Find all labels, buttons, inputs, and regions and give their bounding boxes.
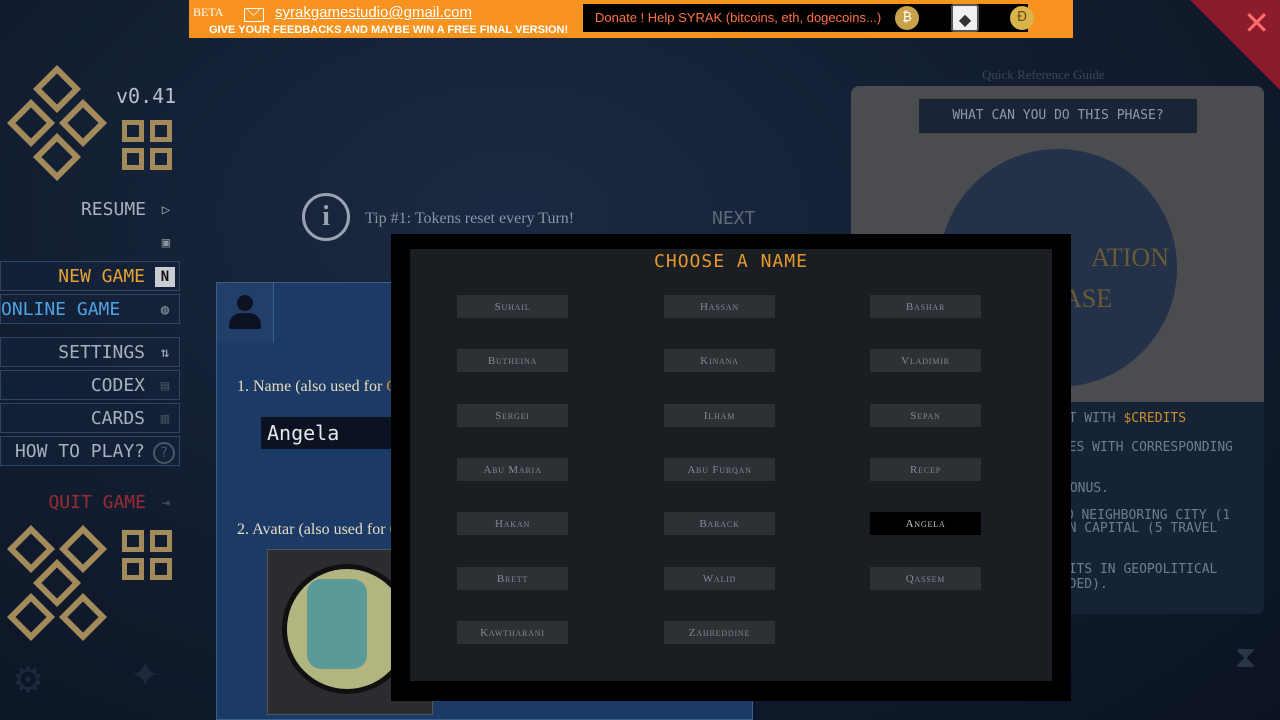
name-option-hakan[interactable]: Hakan xyxy=(457,512,568,535)
phase-title-line1: ATION xyxy=(1091,243,1169,272)
menu-settings-label: SETTINGS xyxy=(58,342,145,363)
version-label: v0.41 xyxy=(116,84,177,108)
help-icon: ? xyxy=(153,442,175,464)
name-option-suhail[interactable]: Suhail xyxy=(457,295,568,318)
save-icon: ▣ xyxy=(161,235,171,251)
top-ornament xyxy=(0,50,195,190)
menu-settings[interactable]: SETTINGS ⇅ xyxy=(0,337,180,367)
menu-new-game[interactable]: NEW GAME N xyxy=(0,261,180,291)
menu-how-to-play-label: HOW TO PLAY? xyxy=(14,441,145,462)
email-link[interactable]: syrakgamestudio@gmail.com xyxy=(275,4,472,21)
choose-name-modal: CHOOSE A NAME Suhail Hassan Bashar Butheina… xyxy=(410,249,1052,681)
menu-codex[interactable]: CODEX ▤ xyxy=(0,370,180,400)
name-option-abu-maria[interactable]: Abu Maria xyxy=(457,458,568,481)
reference-line: KET WITH $CREDITS xyxy=(1053,411,1187,426)
name-option-angela[interactable]: Angela xyxy=(870,512,981,535)
bitcoin-icon[interactable]: ₿ xyxy=(895,6,919,30)
name-option-butheina[interactable]: Butheina xyxy=(457,349,568,372)
menu-quit-game-label: QUIT GAME xyxy=(48,492,146,513)
avatar-field-label: 2. Avatar (also used for O xyxy=(237,521,401,538)
dogecoin-icon[interactable]: Ð xyxy=(1010,6,1034,30)
reference-line: IGN CAPITAL (5 TRAVEL xyxy=(1053,521,1218,536)
exit-icon: ⇥ xyxy=(161,495,171,511)
name-option-kawtharani[interactable]: Kawtharani xyxy=(457,621,568,644)
user-icon xyxy=(217,283,274,343)
sliders-icon: ⇅ xyxy=(160,345,170,361)
name-option-zahreddine[interactable]: Zahreddine xyxy=(664,621,775,644)
mail-icon xyxy=(244,8,264,22)
hourglass-icon: ⧗ xyxy=(1235,640,1257,675)
menu-save[interactable]: ▣ xyxy=(0,228,180,258)
next-tip-button[interactable]: NEXT xyxy=(712,208,755,229)
name-option-barack[interactable]: Barack xyxy=(664,512,775,535)
name-option-brett[interactable]: Brett xyxy=(457,567,568,590)
menu-online-game[interactable]: ONLINE GAME ◍ xyxy=(0,294,180,324)
reference-line: TIES WITH CORRESPONDING xyxy=(1053,440,1234,455)
play-icon: ▷ xyxy=(161,202,171,218)
info-icon: i xyxy=(302,193,350,241)
name-input[interactable]: Angela xyxy=(261,417,411,449)
name-option-walid[interactable]: Walid xyxy=(664,567,775,590)
name-option-vladimir[interactable]: Vladimir xyxy=(870,349,981,372)
name-option-abu-furqan[interactable]: Abu Furqan xyxy=(664,458,775,481)
menu-quit-game[interactable]: QUIT GAME ⇥ xyxy=(0,488,180,518)
tip-text: Tip #1: Tokens reset every Turn! xyxy=(365,210,575,227)
menu-resume[interactable]: RESUME ▷ xyxy=(0,195,180,225)
globe-icon: ◍ xyxy=(160,302,170,318)
phase-question-button[interactable]: WHAT CAN YOU DO THIS PHASE? xyxy=(919,99,1197,133)
new-game-key-icon: N xyxy=(155,267,175,287)
faint-decoration-icon: ⚙ xyxy=(12,660,45,701)
name-option-ilham[interactable]: Ilham xyxy=(664,404,775,427)
modal-title: CHOOSE A NAME xyxy=(654,251,808,272)
menu-codex-label: CODEX xyxy=(90,375,145,396)
name-option-hassan[interactable]: Hassan xyxy=(664,295,775,318)
close-icon[interactable]: ✕ xyxy=(1243,4,1270,42)
feedback-text: GIVE YOUR FEEDBACKS AND MAYBE WIN A FREE… xyxy=(209,24,569,36)
menu-online-game-label: ONLINE GAME xyxy=(1,299,121,320)
menu-cards[interactable]: CARDS ▥ xyxy=(0,403,180,433)
book-icon: ▤ xyxy=(160,378,170,394)
menu-cards-label: CARDS xyxy=(90,408,145,429)
name-option-sepan[interactable]: Sepan xyxy=(870,404,981,427)
faint-decoration-icon: ✦ xyxy=(130,655,161,696)
reference-line: EDITS IN GEOPOLITICAL xyxy=(1053,562,1218,577)
cards-icon: ▥ xyxy=(160,411,170,427)
menu-resume-label: RESUME xyxy=(80,199,146,220)
menu-how-to-play[interactable]: HOW TO PLAY? ? xyxy=(0,436,180,466)
quick-reference-title: Quick Reference Guide xyxy=(982,67,1105,82)
name-option-kinana[interactable]: Kinana xyxy=(664,349,775,372)
top-banner: BETA syrakgamestudio@gmail.com GIVE YOUR… xyxy=(189,0,1073,38)
beta-label: BETA xyxy=(193,5,224,19)
name-option-sergei[interactable]: Sergei xyxy=(457,404,568,427)
bottom-ornament xyxy=(0,522,195,662)
name-option-recep[interactable]: Recep xyxy=(870,458,981,481)
menu-new-game-label: NEW GAME xyxy=(58,266,145,287)
name-field-label: 1. Name (also used for On xyxy=(237,378,406,395)
name-option-bashar[interactable]: Bashar xyxy=(870,295,981,318)
ethereum-icon[interactable]: ◆ xyxy=(951,4,979,32)
name-option-qassem[interactable]: Qassem xyxy=(870,567,981,590)
